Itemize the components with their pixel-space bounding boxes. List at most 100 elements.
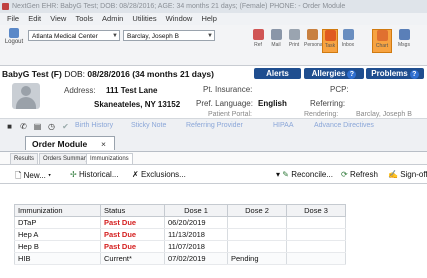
address-line1: 111 Test Lane [106,86,158,95]
menu-help[interactable]: Help [201,14,216,23]
refresh-icon: ⟳ [341,170,350,179]
patient-header: BabyG Test (F) DOB: 08/28/2016 (34 month… [2,69,214,79]
menu-tools[interactable]: Tools [75,14,93,23]
toolbar-button-mail[interactable]: Mail [268,29,284,53]
immunization-action-bar: 🗋 New... ▾ ✢ Historical... ✗ Exclusions.… [0,166,427,184]
menu-edit[interactable]: Edit [28,14,41,23]
tab-label: Order Module [32,139,88,149]
toolbar-button-task[interactable]: Task [322,29,338,53]
toolbar-button-personal[interactable]: Personal [304,29,324,53]
pcp-label: PCP: [330,85,349,94]
cell-dose3 [286,216,346,229]
menu-window[interactable]: Window [166,14,193,23]
link-hipaa[interactable]: HIPAA [273,122,294,129]
personal-icon [306,29,318,40]
signoff-button[interactable]: ✍ Sign-off [388,170,427,179]
provider-select[interactable]: Barclay, Joseph B ▼ [123,30,215,41]
toolbar-button-label: Mail [271,42,281,48]
column-header-dose1[interactable]: Dose 1 [164,204,228,217]
immunization-table: Immunization Status Dose 1 Dose 2 Dose 3… [14,204,346,265]
main-toolbar: Logout Atlanta Medical Center ▼ Barclay,… [0,25,427,66]
cell-immunization: DTaP [14,216,101,229]
cell-status: Past Due [100,228,165,241]
patient-links-bar: ■ ✆ ▤ ◷ ✔ Birth History Sticky Note Refe… [0,118,427,134]
notes-icon[interactable]: ■ [5,122,14,131]
link-advance-directives[interactable]: Advance Directives [314,122,374,129]
link-birth-history[interactable]: Birth History [75,122,113,129]
close-icon[interactable]: × [101,137,106,151]
reconcile-label: Reconcile... [291,170,333,179]
toolbar-button-chart[interactable]: Chart [372,29,392,53]
location-value: Atlanta Medical Center [32,33,98,40]
table-row[interactable]: Hep A Past Due 11/13/2018 [14,228,346,241]
column-header-immunization[interactable]: Immunization [14,204,101,217]
alerts-button[interactable]: Alerts [254,68,301,79]
toolbar-button-label: Chart [375,43,389,49]
cell-dose2 [227,240,287,253]
cell-dose2: Pending [227,252,287,265]
check-icon[interactable]: ✔ [61,122,70,131]
subtab-immunizations[interactable]: Immunizations [86,153,133,164]
signoff-label: Sign-off [400,170,427,179]
ehr-window: NextGen EHR: BabyG Test; DOB: 08/28/2016… [0,0,427,278]
cell-status: Current* [100,252,165,265]
toolbar-button-label: Inbox [341,42,355,48]
help-icon: ? [347,70,357,79]
column-header-status[interactable]: Status [100,204,165,217]
signoff-icon: ✍ [388,170,401,179]
subtab-results[interactable]: Results [10,153,39,164]
dob-value: 08/28/2016 (34 months 21 days) [87,69,214,79]
link-sticky-note[interactable]: Sticky Note [131,122,166,129]
reconcile-button[interactable]: ▾ ✎ Reconcile... [276,170,333,179]
provider-value: Barclay, Joseph B [127,33,179,40]
cell-immunization: Hep B [14,240,101,253]
subtab-orders-summary[interactable]: Orders Summary [39,153,93,164]
menu-view[interactable]: View [50,14,66,23]
toolbar-button-label: Task [324,43,336,49]
document-icon[interactable]: ▤ [33,122,42,131]
table-row[interactable]: DTaP Past Due 06/20/2019 [14,216,346,229]
cell-dose1: 11/13/2018 [164,228,228,241]
location-select[interactable]: Atlanta Medical Center ▼ [28,30,120,41]
historical-button[interactable]: ✢ Historical... [70,170,119,179]
allergies-button[interactable]: Allergies? [304,68,364,79]
exclusions-button[interactable]: ✗ Exclusions... [132,170,186,179]
menu-admin[interactable]: Admin [102,14,123,23]
problems-label: Problems [371,69,408,78]
ref-icon [252,29,264,40]
time-icon[interactable]: ◷ [47,122,56,131]
logout-button[interactable]: Logout [3,28,25,45]
patient-photo [12,83,40,109]
cell-immunization: HIB [14,252,101,265]
cell-status: Past Due [100,240,165,253]
allergies-label: Allergies [311,69,346,78]
module-tab-strip: Order Module × [0,134,427,152]
referring-label: Referring: [310,99,346,108]
table-row[interactable]: HIB Current* 07/02/2019 Pending [14,252,346,265]
menu-file[interactable]: File [7,14,19,23]
patient-name: BabyG Test (F) [2,69,62,79]
new-button[interactable]: 🗋 New... ▾ [15,170,51,184]
toolbar-button-print[interactable]: Print [286,29,302,53]
toolbar-button-ref[interactable]: Ref [250,29,266,53]
table-row[interactable]: Hep B Past Due 11/07/2018 [14,240,346,253]
refresh-button[interactable]: ⟳ Refresh [341,170,378,179]
tab-order-module[interactable]: Order Module × [25,136,115,150]
cell-dose1: 06/20/2019 [164,216,228,229]
window-title-bar: NextGen EHR: BabyG Test; DOB: 08/28/2016… [0,0,427,13]
cell-dose1: 07/02/2019 [164,252,228,265]
column-header-dose3[interactable]: Dose 3 [286,204,346,217]
menu-utilities[interactable]: Utilities [132,14,156,23]
problems-button[interactable]: Problems? [366,68,424,79]
phone-icon[interactable]: ✆ [19,122,28,131]
order-subtabs: Results Orders Summary Immunizations [0,152,427,165]
link-referring-provider[interactable]: Referring Provider [186,122,243,129]
cell-immunization: Hep A [14,228,101,241]
toolbar-button-label: Personal [304,42,324,48]
cell-dose3 [286,252,346,265]
toolbar-button-inbox[interactable]: Inbox [340,29,356,53]
logout-label: Logout [4,39,24,45]
cell-dose1: 11/07/2018 [164,240,228,253]
toolbar-button-msgs[interactable]: Msgs [396,29,412,53]
column-header-dose2[interactable]: Dose 2 [227,204,287,217]
